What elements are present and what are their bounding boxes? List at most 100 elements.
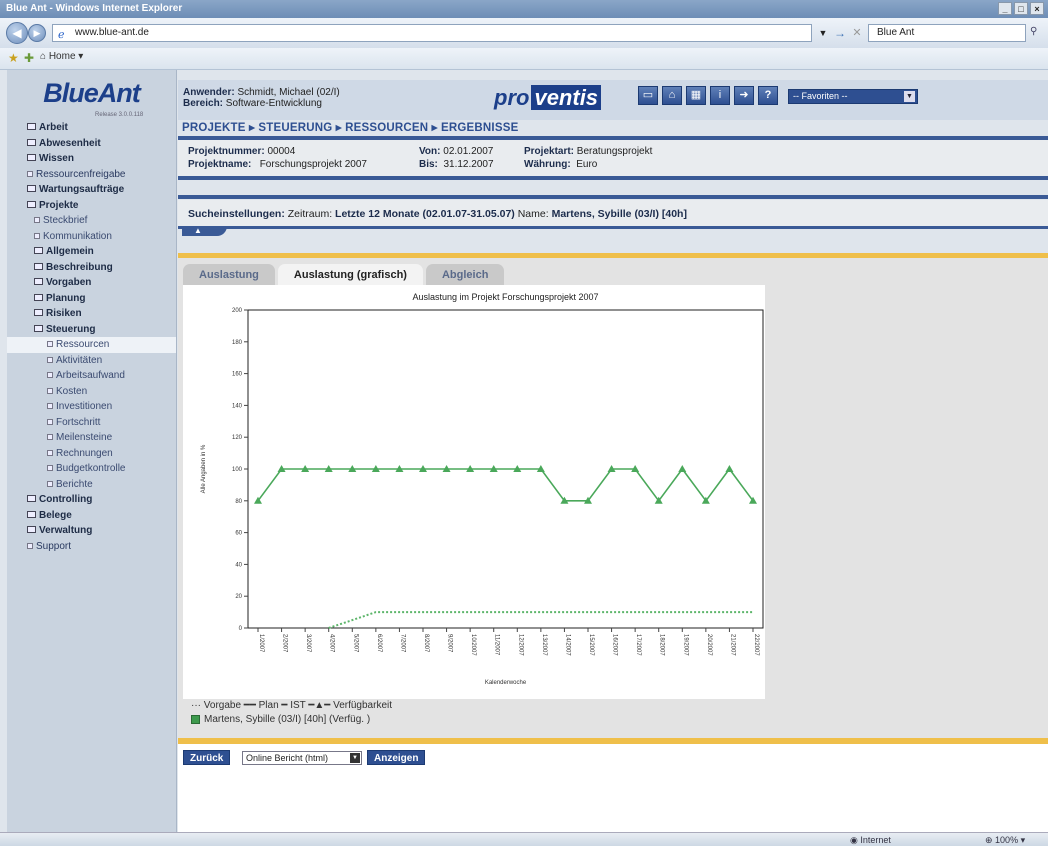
back-button[interactable]: Zurück bbox=[183, 750, 231, 765]
search-label: Sucheinstellungen: bbox=[188, 208, 285, 220]
sidebar-item-wissen[interactable]: Wissen bbox=[7, 151, 176, 167]
folder-icon bbox=[27, 170, 33, 177]
address-bar: ◀ ▶ ℯ www.blue-ant.de ▼ → ✕ Blue Ant ⚲ bbox=[0, 18, 1048, 48]
close-icon[interactable]: × bbox=[1030, 2, 1044, 15]
show-button[interactable]: Anzeigen bbox=[367, 750, 426, 765]
divider bbox=[178, 226, 1048, 229]
folder-icon bbox=[34, 293, 43, 301]
notes-icon[interactable]: ▭ bbox=[638, 86, 658, 105]
home-tab[interactable]: ⌂ Home ▾ bbox=[40, 51, 83, 62]
sidebar-item-steckbrief[interactable]: Steckbrief bbox=[7, 213, 176, 229]
to-label: Bis: bbox=[419, 159, 438, 170]
tab-auslastung-grafisch[interactable]: Auslastung (grafisch) bbox=[277, 264, 423, 285]
sidebar-item-beschreibung[interactable]: Beschreibung bbox=[7, 260, 176, 276]
breadcrumb: PROJEKTE ▸ STEUERUNG ▸ RESSOURCEN ▸ ERGE… bbox=[182, 122, 519, 134]
add-favorite-icon[interactable]: ✚ bbox=[24, 51, 34, 65]
data-point-marker bbox=[678, 465, 687, 472]
search-input[interactable]: Blue Ant bbox=[868, 24, 1026, 42]
sidebar-item-berichte[interactable]: Berichte bbox=[7, 477, 176, 493]
folder-icon bbox=[47, 387, 53, 394]
sidebar-item-controlling[interactable]: Controlling bbox=[7, 492, 176, 508]
back-icon[interactable]: ◀ bbox=[6, 22, 28, 44]
url-input[interactable]: ℯ www.blue-ant.de bbox=[52, 24, 812, 42]
sidebar-item-label: Rechnungen bbox=[56, 447, 113, 459]
folder-icon bbox=[34, 324, 43, 332]
sidebar-item-support[interactable]: Support bbox=[7, 539, 176, 555]
minimize-icon[interactable]: _ bbox=[998, 2, 1012, 15]
tab-auslastung[interactable]: Auslastung bbox=[183, 264, 275, 285]
period-label: Zeitraum: bbox=[287, 208, 333, 220]
expand-search-toggle[interactable]: ▲ bbox=[182, 226, 227, 236]
report-format-select[interactable]: Online Bericht (html) ▼ bbox=[242, 751, 362, 765]
series-swatch bbox=[191, 715, 200, 724]
zoom-level[interactable]: ⊕ 100% ▾ bbox=[985, 835, 1025, 846]
y-tick-label: 100 bbox=[232, 467, 243, 473]
go-icon[interactable]: → bbox=[833, 25, 847, 41]
url-dropdown-icon[interactable]: ▼ bbox=[816, 25, 830, 41]
calendar-icon[interactable]: ▦ bbox=[686, 86, 706, 105]
folder-icon bbox=[47, 418, 53, 425]
project-info-panel: Projektnummer: 00004 Projektname: Forsch… bbox=[178, 140, 1048, 176]
sidebar-item-projekte[interactable]: Projekte bbox=[7, 198, 176, 214]
sidebar-item-fortschritt[interactable]: Fortschritt bbox=[7, 415, 176, 431]
sidebar-item-vorgaben[interactable]: Vorgaben bbox=[7, 275, 176, 291]
maximize-icon[interactable]: □ bbox=[1014, 2, 1028, 15]
sidebar-item-steuerung[interactable]: Steuerung bbox=[7, 322, 176, 338]
sidebar-item-abwesenheit[interactable]: Abwesenheit bbox=[7, 136, 176, 152]
name-filter-value: Martens, Sybille (03/I) [40h] bbox=[551, 208, 687, 220]
sidebar-item-ressourcen[interactable]: Ressourcen bbox=[7, 337, 176, 353]
folder-icon bbox=[34, 247, 43, 254]
info-icon[interactable]: i bbox=[710, 86, 730, 105]
project-name-label: Projektname: bbox=[188, 159, 252, 170]
folder-icon bbox=[34, 262, 43, 270]
x-tick-label: 17/2007 bbox=[635, 634, 641, 656]
sidebar-item-rechnungen[interactable]: Rechnungen bbox=[7, 446, 176, 462]
x-tick-label: 1/2007 bbox=[258, 634, 264, 653]
sidebar-item-wartungsaufträge[interactable]: Wartungsaufträge bbox=[7, 182, 176, 198]
x-tick-label: 19/2007 bbox=[682, 634, 688, 656]
sidebar-item-allgemein[interactable]: Allgemein bbox=[7, 244, 176, 260]
help-icon[interactable]: ? bbox=[758, 86, 778, 105]
x-tick-label: 18/2007 bbox=[659, 634, 665, 656]
x-axis-label: Kalenderwoche bbox=[485, 680, 527, 686]
sidebar-item-budgetkontrolle[interactable]: Budgetkontrolle bbox=[7, 461, 176, 477]
search-icon[interactable]: ⚲ bbox=[1030, 26, 1037, 37]
folder-icon bbox=[27, 542, 33, 549]
sidebar-item-planung[interactable]: Planung bbox=[7, 291, 176, 307]
forward-icon[interactable]: ➜ bbox=[734, 86, 754, 105]
divider bbox=[178, 176, 1048, 180]
chart-container: Auslastung im Projekt Forschungsprojekt … bbox=[183, 285, 765, 699]
home-icon[interactable]: ⌂ bbox=[662, 86, 682, 105]
sidebar-item-kommunikation[interactable]: Kommunikation bbox=[7, 229, 176, 245]
sidebar-item-investitionen[interactable]: Investitionen bbox=[7, 399, 176, 415]
sidebar-item-label: Budgetkontrolle bbox=[56, 463, 126, 474]
favorites-star-icon[interactable]: ★ bbox=[8, 51, 19, 65]
sidebar-item-arbeitsaufwand[interactable]: Arbeitsaufwand bbox=[7, 368, 176, 384]
blueant-logo: BlueAnt Release 3.0.0.118 bbox=[7, 70, 176, 120]
sidebar-item-label: Belege bbox=[39, 509, 72, 521]
sidebar-item-meilensteine[interactable]: Meilensteine bbox=[7, 430, 176, 446]
x-tick-label: 15/2007 bbox=[588, 634, 594, 656]
favorites-select[interactable]: -- Favoriten -- ▼ bbox=[788, 89, 918, 104]
tab-abgleich[interactable]: Abgleich bbox=[425, 264, 505, 285]
sidebar-item-label: Wissen bbox=[39, 153, 74, 164]
y-tick-label: 140 bbox=[232, 403, 243, 409]
sidebar-item-label: Wartungsaufträge bbox=[39, 184, 125, 195]
sidebar-item-kosten[interactable]: Kosten bbox=[7, 384, 176, 400]
sidebar-item-label: Arbeitsaufwand bbox=[56, 370, 125, 381]
sidebar-item-risiken[interactable]: Risiken bbox=[7, 306, 176, 322]
forward-icon[interactable]: ▶ bbox=[28, 24, 46, 42]
folder-icon bbox=[47, 341, 53, 347]
x-tick-label: 9/2007 bbox=[447, 634, 453, 653]
sidebar-item-verwaltung[interactable]: Verwaltung bbox=[7, 523, 176, 539]
stop-icon[interactable]: ✕ bbox=[850, 25, 864, 41]
sidebar-item-belege[interactable]: Belege bbox=[7, 508, 176, 524]
sidebar-item-label: Allgemein bbox=[46, 246, 94, 257]
y-tick-label: 0 bbox=[239, 626, 243, 632]
sidebar-item-aktivitäten[interactable]: Aktivitäten bbox=[7, 353, 176, 369]
x-tick-label: 7/2007 bbox=[399, 634, 405, 653]
sidebar-item-ressourcenfreigabe[interactable]: Ressourcenfreigabe bbox=[7, 167, 176, 183]
page-icon: ℯ bbox=[58, 29, 65, 41]
favorites-value: -- Favoriten -- bbox=[793, 91, 848, 101]
sidebar-item-arbeit[interactable]: Arbeit bbox=[7, 120, 176, 136]
